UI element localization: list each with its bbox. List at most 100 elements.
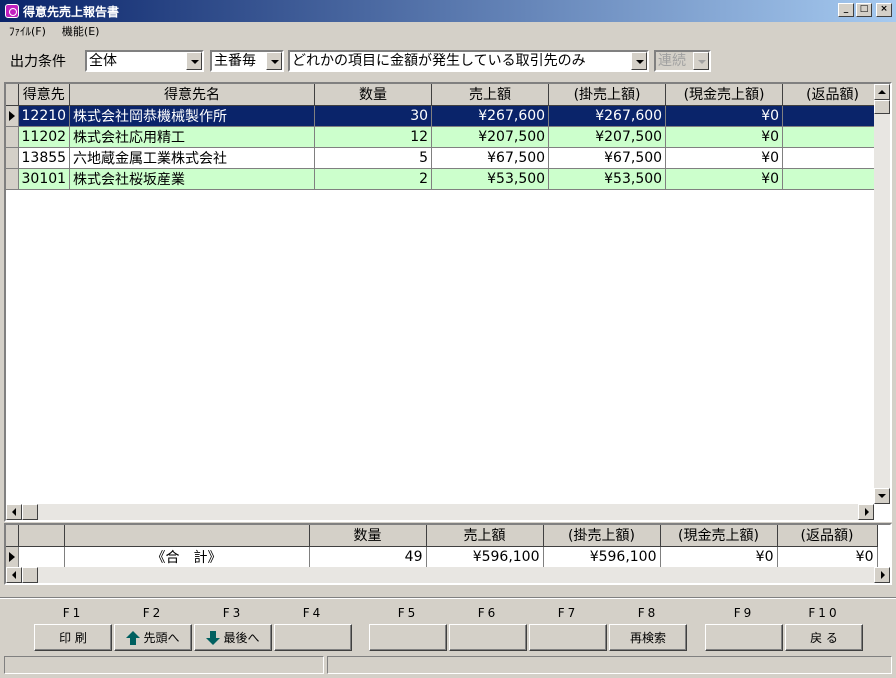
f4-button[interactable]: [274, 624, 352, 651]
grid-horizontal-scrollbar[interactable]: [6, 504, 874, 520]
cell-sales[interactable]: ¥267,600: [431, 105, 550, 127]
minimize-button[interactable]: _: [838, 3, 854, 17]
scroll-left-icon[interactable]: [6, 504, 22, 520]
totals-returns: ¥0: [777, 546, 878, 568]
cell-sales[interactable]: ¥53,500: [431, 168, 550, 190]
column-header-returns[interactable]: (返品額): [782, 84, 884, 106]
totals-sales: ¥596,100: [426, 546, 544, 568]
scroll-right-icon[interactable]: [874, 567, 890, 583]
f6-button[interactable]: [449, 624, 527, 651]
cell-qty[interactable]: 5: [314, 147, 433, 169]
scroll-thumb[interactable]: [22, 567, 38, 583]
totals-row[interactable]: 《合 計》 49 ¥596,100 ¥596,100 ¥0 ¥0: [6, 546, 878, 568]
totals-header-returns: (返品額): [777, 525, 878, 547]
column-header-name[interactable]: 得意先名: [69, 84, 316, 106]
column-header-code[interactable]: 得意先: [18, 84, 71, 106]
totals-grid[interactable]: 数量 売上額 (掛売上額) (現金売上額) (返品額) 《合 計》 49 ¥59…: [4, 523, 892, 585]
app-icon[interactable]: [5, 4, 19, 18]
menu-function[interactable]: 機能(E): [53, 23, 107, 39]
menu-file[interactable]: ﾌｧｲﾙ(F): [0, 23, 53, 39]
fkey-label-f5: F5: [397, 606, 419, 620]
back-button-label: 戻 る: [810, 631, 838, 645]
cell-credit[interactable]: ¥267,600: [548, 105, 667, 127]
status-panel-right: [327, 656, 892, 674]
totals-horizontal-scrollbar[interactable]: [6, 567, 890, 583]
table-row[interactable]: 13855 六地蔵金属工業株式会社 5 ¥67,500 ¥67,500 ¥0: [6, 147, 884, 169]
cell-returns[interactable]: [782, 168, 884, 190]
column-header-sales[interactable]: 売上額: [431, 84, 550, 106]
filter-value: どれかの項目に金額が発生している取引先のみ: [292, 53, 586, 69]
cell-name[interactable]: 六地蔵金属工業株式会社: [69, 147, 316, 169]
cell-cash[interactable]: ¥0: [665, 105, 784, 127]
cell-qty[interactable]: 2: [314, 168, 433, 190]
last-record-button[interactable]: 最後へ: [194, 624, 272, 651]
chevron-down-icon[interactable]: [631, 52, 647, 70]
scroll-down-icon[interactable]: [874, 488, 890, 504]
column-header-credit[interactable]: (掛売上額): [548, 84, 667, 106]
cell-cash[interactable]: ¥0: [665, 168, 784, 190]
cell-name[interactable]: 株式会社桜坂産業: [69, 168, 316, 190]
cell-credit[interactable]: ¥207,500: [548, 126, 667, 148]
menu-bar: ﾌｧｲﾙ(F) 機能(E): [0, 22, 896, 40]
arrow-up-icon: [126, 630, 141, 645]
cell-code[interactable]: 13855: [18, 147, 71, 169]
cell-qty[interactable]: 12: [314, 126, 433, 148]
scope-value: 全体: [89, 53, 117, 69]
row-indicator-header: [6, 84, 19, 106]
research-button-label: 再検索: [629, 631, 666, 645]
window-controls: _ □ ×: [838, 3, 892, 17]
cell-sales[interactable]: ¥67,500: [431, 147, 550, 169]
cell-qty[interactable]: 30: [314, 105, 433, 127]
totals-header-row: 数量 売上額 (掛売上額) (現金売上額) (返品額): [6, 525, 878, 547]
output-conditions: 出力条件 全体 主番毎 どれかの項目に金額が発生している取引先のみ 連続: [0, 49, 896, 73]
totals-credit: ¥596,100: [543, 546, 661, 568]
scroll-left-icon[interactable]: [6, 567, 22, 583]
scroll-up-icon[interactable]: [874, 84, 890, 100]
print-button[interactable]: 印 刷: [34, 624, 112, 651]
fkey-label-f7: F7: [557, 606, 579, 620]
back-button[interactable]: 戻 る: [785, 624, 863, 651]
f5-button[interactable]: [369, 624, 447, 651]
cell-code[interactable]: 30101: [18, 168, 71, 190]
fkey-label-f8: F8: [637, 606, 659, 620]
cell-returns[interactable]: [782, 147, 884, 169]
first-record-button[interactable]: 先頭へ: [114, 624, 192, 651]
f9-button[interactable]: [705, 624, 783, 651]
cell-cash[interactable]: ¥0: [665, 147, 784, 169]
totals-header-qty: 数量: [309, 525, 427, 547]
scroll-thumb[interactable]: [874, 100, 890, 114]
scroll-right-icon[interactable]: [858, 504, 874, 520]
cell-code[interactable]: 11202: [18, 126, 71, 148]
column-header-cash[interactable]: (現金売上額): [665, 84, 784, 106]
cell-cash[interactable]: ¥0: [665, 126, 784, 148]
chevron-down-icon[interactable]: [266, 52, 282, 70]
cell-sales[interactable]: ¥207,500: [431, 126, 550, 148]
cell-returns[interactable]: [782, 105, 884, 127]
window-title: 得意先売上報告書: [23, 4, 120, 19]
table-row[interactable]: 11202 株式会社応用精工 12 ¥207,500 ¥207,500 ¥0: [6, 126, 884, 148]
chevron-down-icon[interactable]: [186, 52, 202, 70]
scope-select[interactable]: 全体: [85, 50, 204, 72]
first-record-label: 先頭へ: [143, 631, 180, 645]
cell-returns[interactable]: [782, 126, 884, 148]
close-button[interactable]: ×: [876, 3, 892, 17]
research-button[interactable]: 再検索: [609, 624, 687, 651]
totals-cell-blank: [18, 546, 65, 568]
sales-grid[interactable]: 得意先 得意先名 数量 売上額 (掛売上額) (現金売上額) (返品額) 122…: [4, 82, 892, 522]
cell-code[interactable]: 12210: [18, 105, 71, 127]
table-row[interactable]: 30101 株式会社桜坂産業 2 ¥53,500 ¥53,500 ¥0: [6, 168, 884, 190]
scroll-thumb[interactable]: [22, 504, 38, 520]
row-indicator: [6, 126, 19, 148]
cell-credit[interactable]: ¥53,500: [548, 168, 667, 190]
cell-name[interactable]: 株式会社応用精工: [69, 126, 316, 148]
table-row[interactable]: 12210 株式会社岡恭機械製作所 30 ¥267,600 ¥267,600 ¥…: [6, 105, 884, 127]
column-header-qty[interactable]: 数量: [314, 84, 433, 106]
fkey-label-f1: F1: [62, 606, 84, 620]
grouping-select[interactable]: 主番毎: [210, 50, 284, 72]
f7-button[interactable]: [529, 624, 607, 651]
maximize-button[interactable]: □: [856, 3, 872, 17]
grid-vertical-scrollbar[interactable]: [874, 84, 890, 504]
cell-name[interactable]: 株式会社岡恭機械製作所: [69, 105, 316, 127]
filter-select[interactable]: どれかの項目に金額が発生している取引先のみ: [288, 50, 649, 72]
cell-credit[interactable]: ¥67,500: [548, 147, 667, 169]
